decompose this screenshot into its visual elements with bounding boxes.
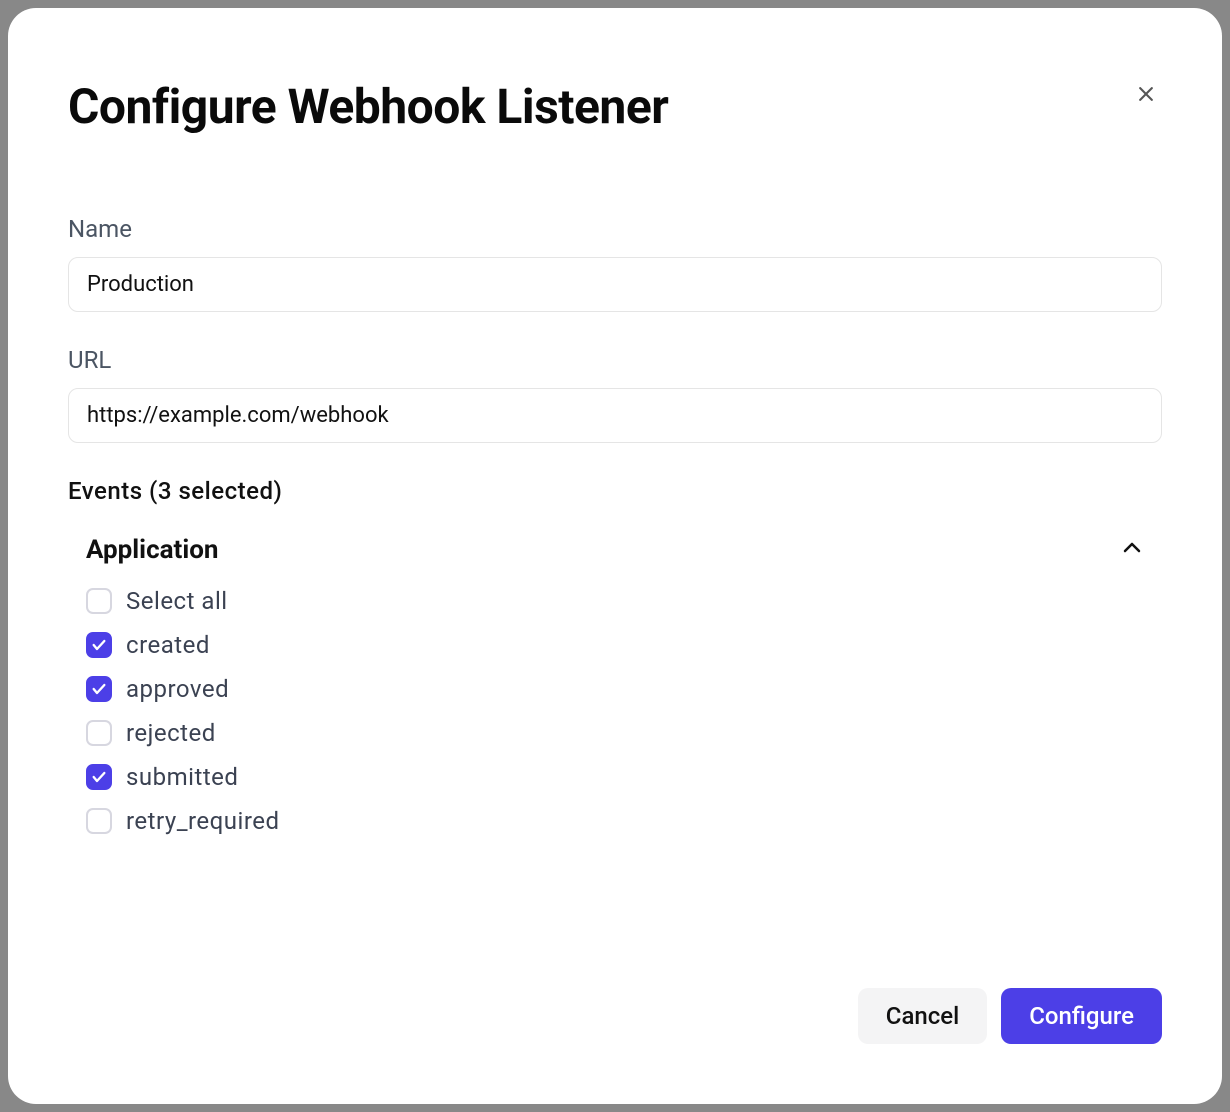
checkbox-created[interactable] (86, 632, 112, 658)
checkbox-retry-required[interactable] (86, 808, 112, 834)
checkbox-label: rejected (126, 719, 216, 747)
events-accordion: Application Select all (68, 527, 1162, 835)
url-input[interactable] (68, 388, 1162, 443)
events-checkbox-list: Select all created approved (86, 587, 1144, 835)
checkbox-row-created[interactable]: created (86, 631, 1144, 659)
checkbox-row-approved[interactable]: approved (86, 675, 1144, 703)
events-heading: Events (3 selected) (68, 477, 1162, 505)
url-field-group: URL (68, 346, 1162, 443)
close-button[interactable] (1130, 78, 1162, 113)
name-field-group: Name (68, 215, 1162, 312)
dialog-header: Configure Webhook Listener (68, 78, 1162, 135)
checkbox-label: approved (126, 675, 229, 703)
checkbox-label: Select all (126, 587, 228, 615)
dialog-title: Configure Webhook Listener (68, 78, 668, 135)
checkbox-label: retry_required (126, 807, 280, 835)
checkbox-row-retry-required[interactable]: retry_required (86, 807, 1144, 835)
url-label: URL (68, 346, 1162, 374)
checkbox-submitted[interactable] (86, 764, 112, 790)
configure-webhook-dialog: Configure Webhook Listener Name URL Even… (8, 8, 1222, 1104)
name-label: Name (68, 215, 1162, 243)
events-section: Events (3 selected) Application Select a… (68, 477, 1162, 835)
configure-button[interactable]: Configure (1001, 988, 1162, 1044)
close-icon (1136, 84, 1156, 107)
name-input[interactable] (68, 257, 1162, 312)
checkbox-rejected[interactable] (86, 720, 112, 746)
checkbox-select-all[interactable] (86, 588, 112, 614)
dialog-footer: Cancel Configure (68, 928, 1162, 1044)
checkbox-label: submitted (126, 763, 238, 791)
cancel-button[interactable]: Cancel (858, 988, 987, 1044)
checkbox-row-select-all[interactable]: Select all (86, 587, 1144, 615)
events-accordion-header[interactable]: Application (86, 527, 1144, 587)
checkbox-label: created (126, 631, 210, 659)
checkbox-approved[interactable] (86, 676, 112, 702)
chevron-up-icon (1120, 536, 1144, 564)
checkbox-row-submitted[interactable]: submitted (86, 763, 1144, 791)
checkbox-row-rejected[interactable]: rejected (86, 719, 1144, 747)
events-group-title: Application (86, 535, 218, 565)
